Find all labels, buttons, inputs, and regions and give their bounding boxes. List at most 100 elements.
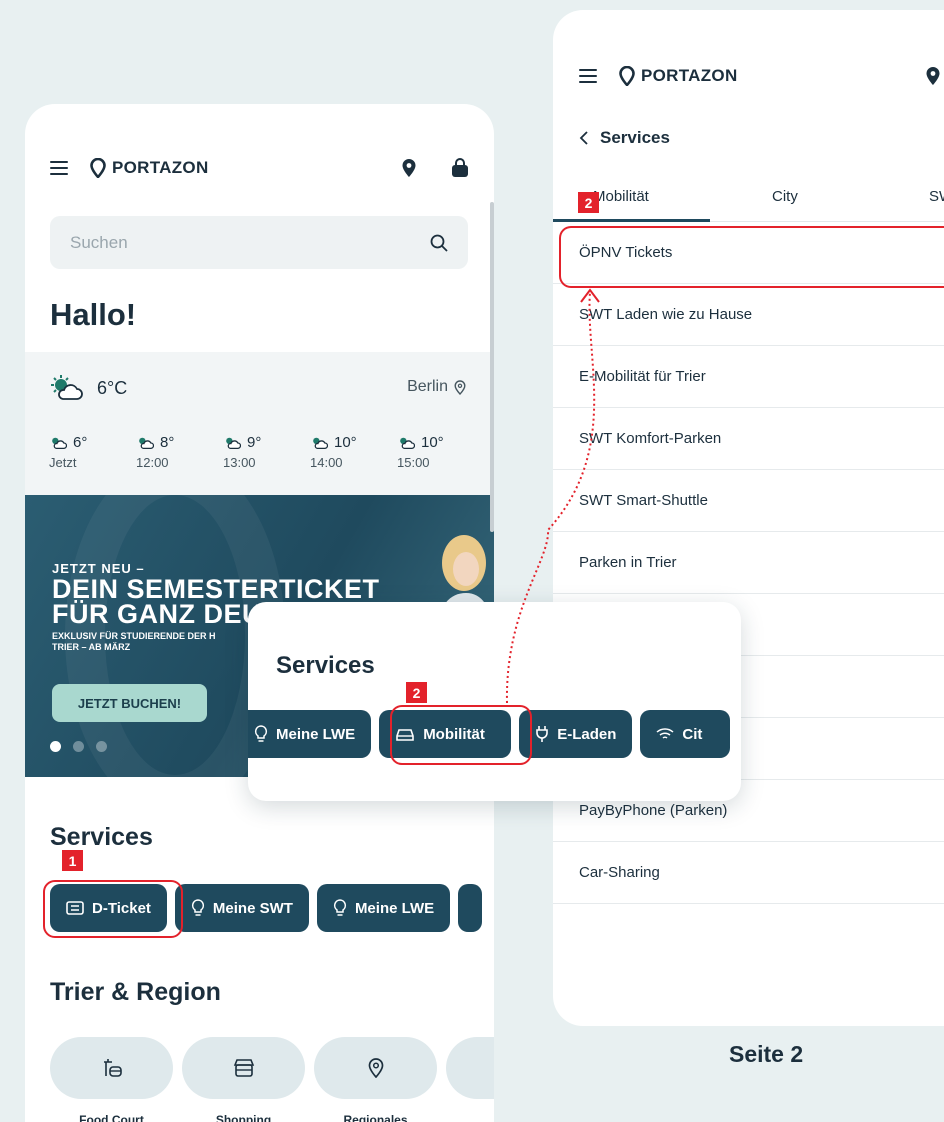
step-badge-2: 2	[578, 192, 599, 213]
chip-label: Meine LWE	[276, 725, 356, 743]
list-item[interactable]: Parken in Trier	[553, 532, 944, 594]
forecast-time: 12:00	[136, 455, 169, 470]
app-logo: PORTAZON	[619, 66, 738, 86]
forecast-temp: 9°	[247, 434, 262, 451]
banner-subtext-line-2: TRIER – AB MÄRZ	[52, 642, 131, 652]
greeting-title: Hallo!	[50, 297, 137, 332]
list-item[interactable]: SWT Komfort-Parken	[553, 408, 944, 470]
weather-widget: 6°C Berlin 6° Jetzt 8° 12:00 9° 13:00 10…	[25, 352, 494, 495]
category-shopping[interactable]: Shopping	[182, 1037, 305, 1122]
location-icon[interactable]	[401, 158, 417, 178]
category-label: Shopping	[215, 1113, 272, 1122]
carousel-dots	[50, 741, 107, 752]
partly-cloudy-icon	[139, 437, 154, 449]
more-chip[interactable]	[458, 884, 483, 932]
book-now-button[interactable]: JETZT BUCHEN!	[52, 684, 207, 722]
chip-label: Cit	[682, 725, 703, 743]
search-input[interactable]: Suchen	[50, 216, 468, 269]
app-header: PORTAZON	[553, 66, 944, 86]
meine-lwe-chip[interactable]: Meine LWE	[316, 884, 451, 932]
lightbulb-icon	[191, 899, 205, 916]
chip-label: Meine LWE	[354, 899, 435, 917]
chip-label: E-Laden	[557, 725, 617, 743]
back-button[interactable]: Services	[579, 128, 670, 148]
menu-icon[interactable]	[50, 161, 68, 175]
popup-title: Services	[276, 652, 375, 679]
wifi-icon	[656, 728, 674, 739]
carousel-dot-active[interactable]	[50, 741, 61, 752]
carousel-dot[interactable]	[73, 741, 84, 752]
partly-cloudy-icon	[400, 437, 415, 449]
region-title: Trier & Region	[50, 978, 221, 1006]
plug-icon	[536, 726, 548, 742]
search-icon[interactable]	[430, 234, 448, 252]
list-item[interactable]: Car-Sharing	[553, 842, 944, 904]
menu-icon[interactable]	[579, 69, 597, 83]
app-header: PORTAZON	[25, 158, 494, 178]
location-outline-icon	[368, 1058, 383, 1078]
logo-pin-icon	[619, 66, 635, 86]
store-icon	[233, 1059, 254, 1077]
services-list: ÖPNV Tickets SWT Laden wie zu Hause E-Mo…	[553, 222, 944, 904]
logo-pin-icon	[90, 158, 106, 178]
carousel-dot[interactable]	[96, 741, 107, 752]
partly-cloudy-icon	[52, 437, 67, 449]
forecast-time: 14:00	[310, 455, 343, 470]
list-item[interactable]: SWT Laden wie zu Hause	[553, 284, 944, 346]
weather-city[interactable]: Berlin	[407, 378, 466, 396]
tab-city[interactable]: City	[772, 188, 798, 205]
forecast-hour: 10° 14:00	[310, 434, 397, 470]
food-icon	[103, 1059, 122, 1077]
shopping-bag-icon[interactable]	[451, 158, 469, 178]
location-outline-icon	[454, 379, 466, 395]
category-tabs: Mobilität City SW	[553, 182, 944, 222]
city-chip[interactable]: Cit	[640, 710, 731, 758]
category-regionales[interactable]: Regionales	[314, 1037, 437, 1122]
meine-lwe-chip[interactable]: Meine LWE	[248, 710, 372, 758]
lightbulb-icon	[254, 725, 268, 742]
forecast-time: 13:00	[223, 455, 256, 470]
category-food-court[interactable]: Food Court	[50, 1037, 173, 1122]
category-more[interactable]	[446, 1037, 494, 1122]
list-item[interactable]: E-Mobilität für Trier	[553, 346, 944, 408]
search-placeholder: Suchen	[70, 232, 128, 252]
screen-title: Services	[600, 128, 670, 147]
page-caption: Seite 2	[729, 1041, 804, 1067]
tab-mobilitaet[interactable]: Mobilität	[593, 188, 649, 205]
highlight-step-2-chip	[390, 705, 532, 765]
hourly-forecast: 6° Jetzt 8° 12:00 9° 13:00 10° 14:00 10°…	[49, 434, 484, 470]
logo-text: PORTAZON	[112, 158, 209, 177]
forecast-hour: 8° 12:00	[136, 434, 223, 470]
list-item[interactable]: SWT Smart-Shuttle	[553, 470, 944, 532]
chevron-left-icon	[579, 131, 588, 145]
e-laden-chip[interactable]: E-Laden	[519, 710, 633, 758]
forecast-temp: 10°	[334, 434, 357, 451]
region-categories: Food Court Shopping Regionales	[50, 1037, 494, 1122]
chip-label: Meine SWT	[212, 899, 293, 917]
partly-cloudy-icon	[313, 437, 328, 449]
location-icon[interactable]	[925, 66, 941, 86]
scrollbar[interactable]	[490, 202, 494, 532]
lightbulb-icon	[333, 899, 347, 916]
tab-sw[interactable]: SW	[929, 188, 944, 205]
step-badge-1: 1	[62, 850, 83, 871]
city-name: Berlin	[407, 378, 448, 395]
banner-subtext: EXKLUSIV FÜR STUDIERENDE DER H TRIER – A…	[52, 631, 267, 653]
services-screen: PORTAZON Services Mobilität City SW ÖPNV…	[553, 10, 944, 1026]
logo-text: PORTAZON	[641, 66, 738, 85]
current-temperature: 6°C	[97, 377, 128, 398]
forecast-temp: 10°	[421, 434, 444, 451]
services-title: Services	[50, 823, 153, 851]
banner-subtext-line-1: EXKLUSIV FÜR STUDIERENDE DER H	[52, 631, 216, 641]
forecast-hour: 6° Jetzt	[49, 434, 136, 470]
highlight-step-2-list	[559, 226, 944, 288]
forecast-time: Jetzt	[49, 455, 77, 470]
partly-cloudy-icon	[226, 437, 241, 449]
app-logo: PORTAZON	[90, 158, 209, 178]
forecast-hour: 9° 13:00	[223, 434, 310, 470]
step-badge-2-popup: 2	[406, 682, 427, 703]
meine-swt-chip[interactable]: Meine SWT	[174, 884, 309, 932]
category-label: Food Court	[79, 1113, 144, 1122]
weather-current: 6°C	[49, 374, 127, 402]
forecast-hour: 10° 15:00	[397, 434, 484, 470]
